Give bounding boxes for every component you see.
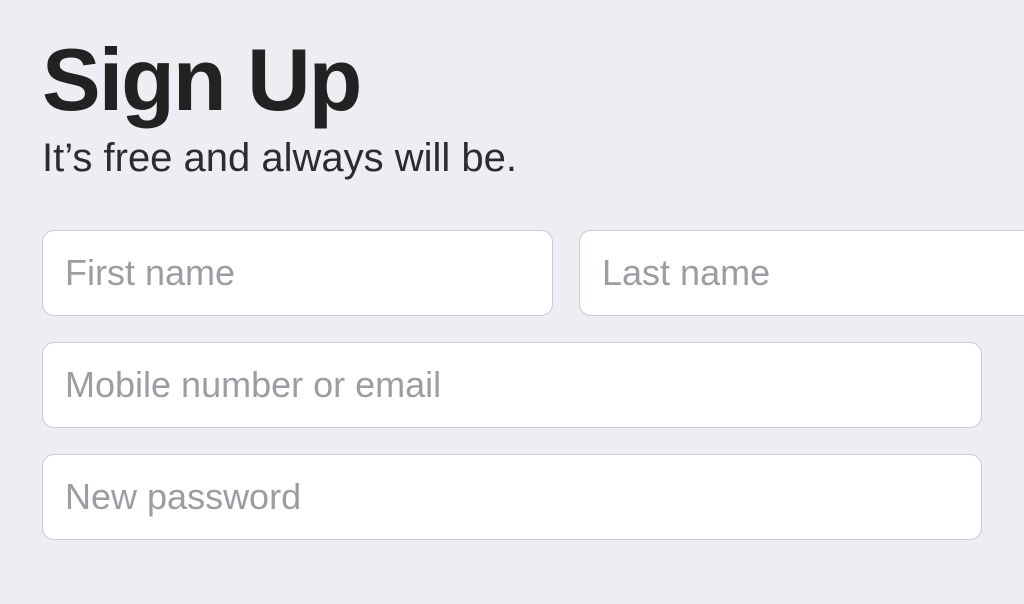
name-row xyxy=(42,230,982,316)
page-title: Sign Up xyxy=(42,36,982,124)
contact-row xyxy=(42,342,982,428)
signup-form xyxy=(42,230,982,540)
password-row xyxy=(42,454,982,540)
signup-panel: Sign Up It’s free and always will be. xyxy=(0,0,1024,540)
page-subtitle: It’s free and always will be. xyxy=(42,134,982,182)
first-name-input[interactable] xyxy=(42,230,553,316)
last-name-input[interactable] xyxy=(579,230,1024,316)
password-input[interactable] xyxy=(42,454,982,540)
contact-input[interactable] xyxy=(42,342,982,428)
